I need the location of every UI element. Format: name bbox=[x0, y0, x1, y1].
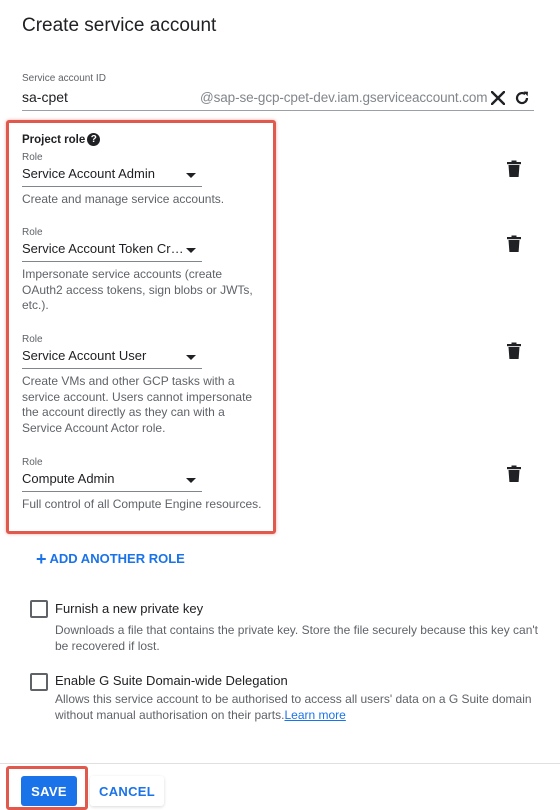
help-icon[interactable]: ? bbox=[87, 133, 101, 146]
role-select-value: Compute Admin bbox=[22, 471, 115, 486]
private-key-label: Furnish a new private key bbox=[55, 601, 204, 616]
service-account-id-underline bbox=[22, 110, 534, 111]
save-button[interactable]: SAVE bbox=[21, 776, 77, 806]
plus-icon: + bbox=[36, 548, 47, 569]
role-description: Create VMs and other GCP tasks with a se… bbox=[22, 374, 253, 435]
role-select-value: Service Account User bbox=[22, 348, 147, 363]
role-description: Full control of all Compute Engine resou… bbox=[22, 497, 262, 511]
trash-icon[interactable] bbox=[506, 342, 522, 360]
private-key-checkbox[interactable] bbox=[30, 600, 48, 618]
caret-down-icon bbox=[186, 355, 196, 360]
role-select-1[interactable]: Service Account Admin bbox=[22, 165, 202, 187]
domain-delegation-description-block: Allows this service account to be author… bbox=[55, 691, 540, 723]
domain-delegation-checkbox[interactable] bbox=[30, 673, 48, 691]
service-account-domain-suffix: @sap-se-gcp-cpet-dev.iam.gserviceaccount… bbox=[200, 90, 488, 105]
role-select-3[interactable]: Service Account User bbox=[22, 347, 202, 369]
service-account-id-label: Service account ID bbox=[22, 73, 106, 84]
trash-icon[interactable] bbox=[506, 235, 522, 253]
add-another-role-button[interactable]: + ADD ANOTHER ROLE bbox=[36, 548, 185, 569]
refresh-icon[interactable] bbox=[513, 89, 531, 107]
role-select-2[interactable]: Service Account Token Cr… bbox=[22, 240, 202, 262]
private-key-description: Downloads a file that contains the priva… bbox=[55, 623, 538, 653]
caret-down-icon bbox=[186, 248, 196, 253]
caret-down-icon bbox=[186, 173, 196, 178]
trash-icon[interactable] bbox=[506, 160, 522, 178]
domain-delegation-label: Enable G Suite Domain-wide Delegation bbox=[55, 673, 288, 688]
cancel-button[interactable]: CANCEL bbox=[90, 776, 164, 806]
role-select-4[interactable]: Compute Admin bbox=[22, 470, 202, 492]
caret-down-icon bbox=[186, 478, 196, 483]
role-description: Create and manage service accounts. bbox=[22, 192, 225, 206]
role-select-value: Service Account Admin bbox=[22, 166, 155, 181]
role-select-value: Service Account Token Cr… bbox=[22, 241, 184, 256]
role-label: Role bbox=[22, 152, 43, 163]
trash-icon[interactable] bbox=[506, 465, 522, 483]
footer-divider bbox=[0, 763, 560, 764]
dialog-title: Create service account bbox=[22, 15, 217, 36]
service-account-id-input[interactable]: sa-cpet bbox=[22, 89, 68, 105]
project-role-label: Project role bbox=[22, 133, 86, 146]
learn-more-link[interactable]: Learn more bbox=[284, 708, 345, 722]
role-label: Role bbox=[22, 457, 43, 468]
role-label: Role bbox=[22, 334, 43, 345]
role-description: Impersonate service accounts (create OAu… bbox=[22, 267, 253, 312]
project-role-heading: Project role ? bbox=[22, 133, 101, 146]
role-label: Role bbox=[22, 227, 43, 238]
add-another-role-label: ADD ANOTHER ROLE bbox=[49, 551, 185, 566]
close-icon[interactable] bbox=[489, 89, 507, 107]
